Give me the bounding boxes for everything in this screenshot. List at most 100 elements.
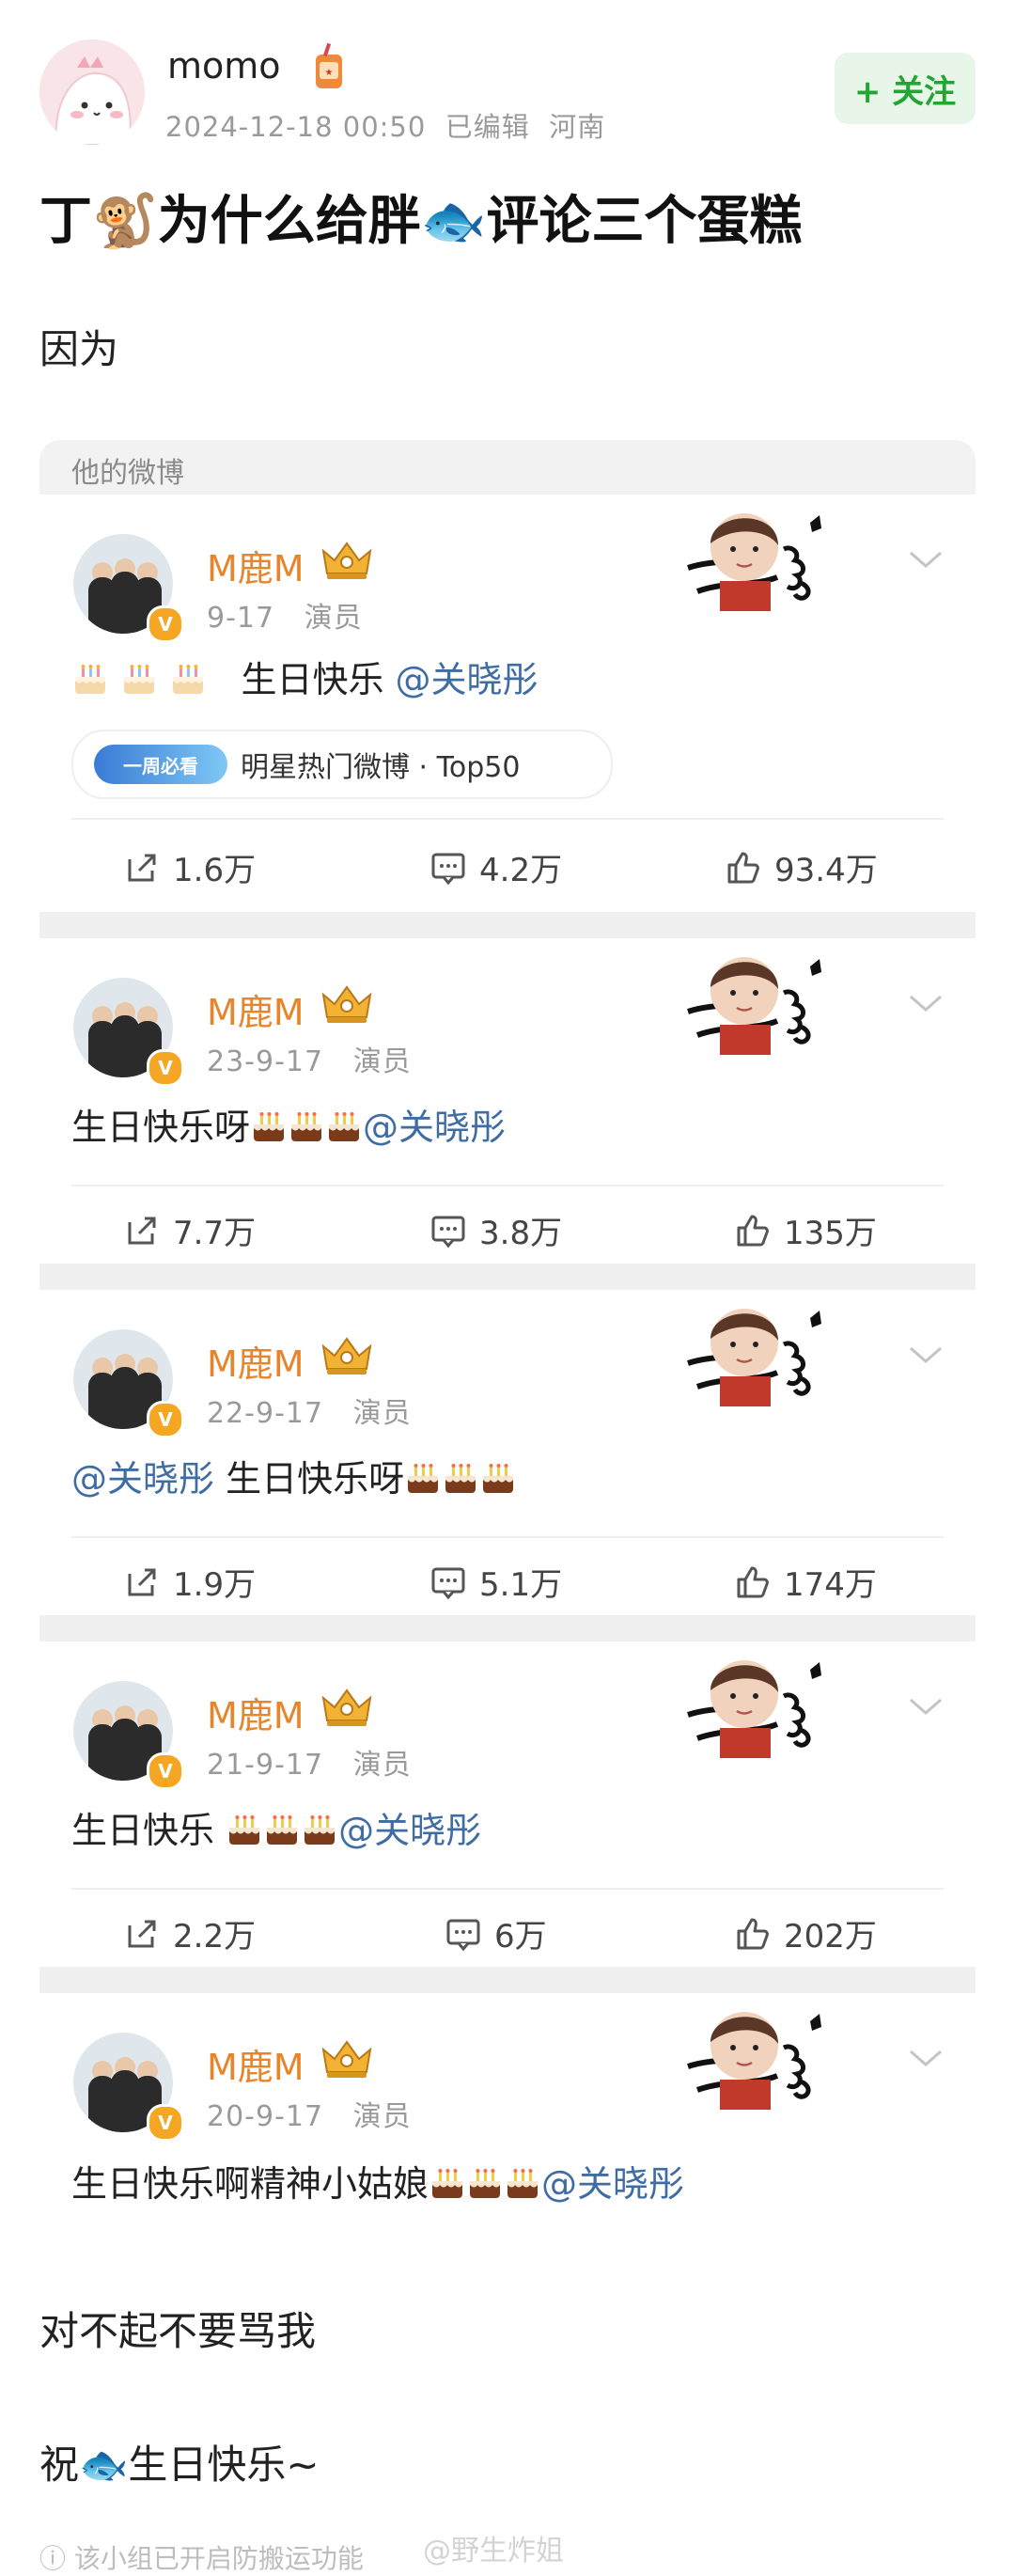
cake-icon [483,1464,514,1493]
chevron-down-icon[interactable] [908,549,944,572]
fish-icon: 🐟 [420,191,487,252]
share-icon [128,1920,156,1947]
share-button[interactable]: 1.6万 [124,844,256,890]
card-sticker [679,502,838,624]
verified-badge-icon: V [147,1401,184,1438]
comment-icon [446,1919,480,1950]
post-text: @关晓彤 生日快乐呀 [71,1450,517,1501]
post-meta: 21-9-17 演员 [207,1749,412,1782]
chevron-down-icon[interactable] [908,2048,944,2070]
cake-icon [304,1815,336,1845]
share-icon [128,1217,156,1244]
weibo-card[interactable]: V M鹿M 20-9-17 演员 生日快乐啊精神小姑娘 @关晓彤 [39,1993,976,2238]
follow-button[interactable]: + 关注 [835,53,976,124]
comment-button[interactable]: 4.2万 [430,844,562,890]
share-button[interactable]: 1.9万 [124,1559,256,1605]
post-text: 生日快乐啊精神小姑娘 @关晓彤 [71,2163,685,2205]
comment-icon [431,853,465,884]
cake-icon [470,2169,501,2198]
cake-icon [75,665,105,694]
post-meta: 23-9-17 演员 [207,1045,412,1078]
crown-icon [322,1338,371,1375]
poster-name[interactable]: M鹿M [207,540,304,591]
mention-link[interactable]: @关晓彤 [396,659,539,700]
card-sticker [679,2001,838,2123]
poster-name[interactable]: M鹿M [207,2038,304,2090]
comment-button[interactable]: 3.8万 [430,1207,562,1253]
crown-icon [322,1689,371,1727]
cake-icon [508,2169,539,2198]
author-avatar[interactable] [39,39,145,145]
cake-icon [408,1464,439,1493]
chevron-down-icon[interactable] [908,1696,944,1719]
section-header: 他的微博 [39,440,976,495]
poster-name[interactable]: M鹿M [207,1335,304,1387]
card-separator [39,1615,976,1641]
like-button[interactable]: 93.4万 [726,844,878,890]
comment-button[interactable]: 5.1万 [430,1559,562,1605]
closing-text: 对不起不要骂我 [39,2308,317,2354]
card-sticker [679,1297,838,1420]
like-icon [737,1918,769,1949]
mention-link[interactable]: @关晓彤 [338,1810,481,1851]
svg-text:★: ★ [325,68,334,78]
post-meta: 9-17 演员 [207,602,363,635]
post-title: 丁🐒为什么给胖🐟评论三个蛋糕 [39,191,803,252]
post-meta: 22-9-17 演员 [207,1397,412,1430]
cake-icon [173,665,204,694]
poster-name[interactable]: M鹿M [207,983,304,1035]
comment-icon [431,1216,465,1247]
cake-icon [267,1815,298,1845]
watermark: @野生炸姐 [423,2535,564,2568]
cake-icon [291,1112,322,1141]
comment-button[interactable]: 6万 [445,1910,547,1956]
weibo-card[interactable]: V M鹿M 23-9-17 演员 生日快乐呀 @关晓彤 7.7万 3.8万 135… [39,938,976,1264]
cake-icon [432,2169,463,2198]
chevron-down-icon[interactable] [908,993,944,1015]
cake-icon [445,1464,476,1493]
mention-link[interactable]: @关晓彤 [363,1107,506,1148]
mention-link[interactable]: @关晓彤 [71,1458,214,1500]
card-separator [39,912,976,938]
drink-badge-icon: ★ [308,41,350,94]
verified-badge-icon: V [147,605,184,643]
card-sticker [679,1649,838,1771]
hot-ranking-chip[interactable]: 一周必看 明星热门微博 · Top50 [71,730,613,799]
author-meta: 2024-12-18 00:50 已编辑 河南 [165,111,606,143]
mention-link[interactable]: @关晓彤 [541,2163,684,2205]
card-separator [39,1967,976,1993]
comment-icon [431,1567,465,1598]
poster-name[interactable]: M鹿M [207,1687,304,1738]
share-button[interactable]: 2.2万 [124,1910,256,1956]
share-icon [128,854,156,881]
cake-icon [229,1815,260,1845]
post-text: 生日快乐 @关晓彤 [71,1810,482,1851]
like-icon [737,1566,769,1597]
footer-notice: ⓘ 该小组已开启防搬运功能 [39,2543,364,2574]
like-button[interactable]: 202万 [735,1910,877,1956]
crown-icon [322,542,371,580]
weibo-card[interactable]: V M鹿M 21-9-17 演员 生日快乐 @关晓彤 2.2万 6万 202万 [39,1641,976,1967]
post-meta: 20-9-17 演员 [207,2100,412,2133]
crown-icon [322,986,371,1024]
author-name[interactable]: momo [167,45,281,86]
cake-icon [254,1112,285,1141]
weibo-card[interactable]: V M鹿M 9-17 演员 生日快乐 @关晓彤 一周必看 明星热门微博 · To… [39,495,976,912]
closing-wish: 祝🐟生日快乐~ [39,2442,320,2488]
crown-icon [322,2041,371,2079]
card-sticker [679,946,838,1068]
chevron-down-icon[interactable] [908,1344,944,1367]
fish-icon: 🐟 [79,2442,129,2488]
post-text: 生日快乐呀 @关晓彤 [71,1107,507,1148]
weibo-card[interactable]: V M鹿M 22-9-17 演员 @关晓彤 生日快乐呀 1.9万 5.1万 17… [39,1290,976,1615]
cake-icon [329,1112,360,1141]
card-separator [39,1264,976,1290]
monkey-icon: 🐒 [92,191,158,252]
like-icon [737,1215,769,1246]
post-intro: 因为 [39,326,119,372]
cake-icon [124,665,155,694]
like-button[interactable]: 174万 [735,1559,877,1605]
share-button[interactable]: 7.7万 [124,1207,256,1253]
like-icon [727,852,759,883]
like-button[interactable]: 135万 [735,1207,877,1253]
